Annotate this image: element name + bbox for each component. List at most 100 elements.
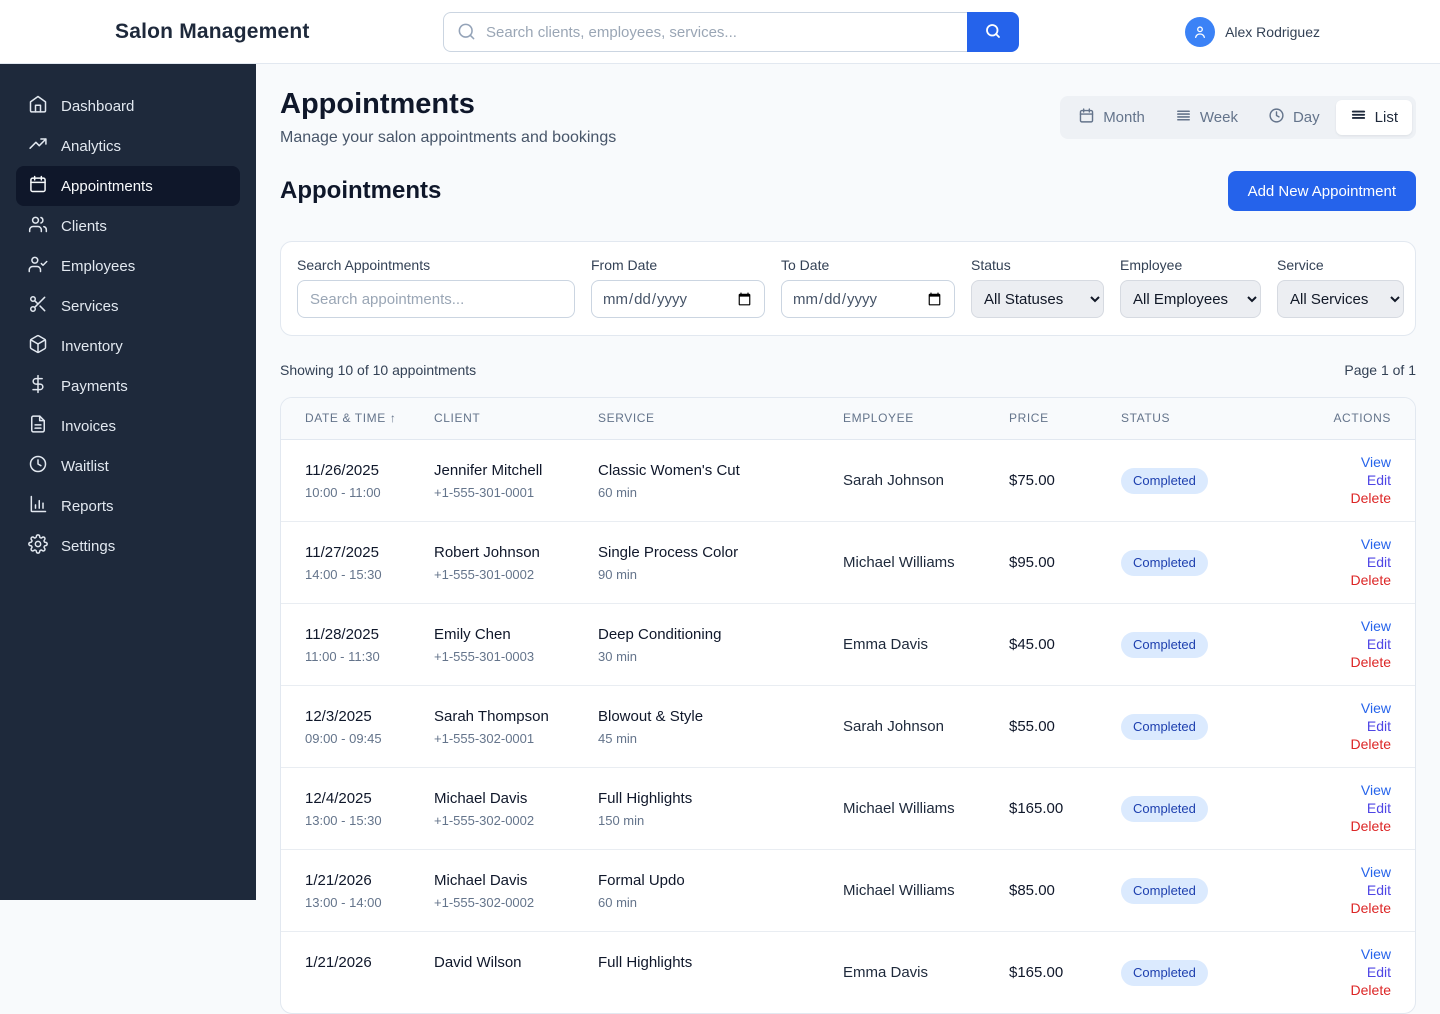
avatar xyxy=(1185,17,1216,47)
delete-link[interactable]: Delete xyxy=(1351,900,1391,916)
section-title: Appointments xyxy=(280,177,442,204)
view-day-button[interactable]: Day xyxy=(1254,100,1334,135)
client-phone: +1-555-301-0003 xyxy=(434,648,535,664)
user-menu[interactable]: Alex Rodriguez xyxy=(1185,0,1320,64)
view-list-button[interactable]: List xyxy=(1335,100,1412,135)
search-submit-button[interactable] xyxy=(967,12,1019,52)
service-duration xyxy=(598,976,835,994)
edit-link[interactable]: Edit xyxy=(1367,554,1391,570)
sidebar-item-waitlist[interactable]: Waitlist xyxy=(16,446,240,486)
sidebar-item-dashboard[interactable]: Dashboard xyxy=(16,86,240,126)
edit-link[interactable]: Edit xyxy=(1367,718,1391,734)
view-link[interactable]: View xyxy=(1361,536,1391,552)
column-header-client: CLIENT xyxy=(434,398,598,440)
filters-panel: Search Appointments From Date To Date St… xyxy=(280,241,1416,336)
service-filter-label: Service xyxy=(1277,257,1324,273)
view-link[interactable]: View xyxy=(1361,946,1391,962)
price: $165.00 xyxy=(1009,799,1064,817)
edit-link[interactable]: Edit xyxy=(1367,472,1391,488)
service-name: Formal Updo xyxy=(598,871,685,889)
main-content: Appointments Manage your salon appointme… xyxy=(256,64,1440,1014)
sidebar-item-label: Waitlist xyxy=(61,457,109,475)
to-date-input[interactable] xyxy=(781,280,955,318)
from-date-label: From Date xyxy=(591,257,658,273)
sidebar-item-employees[interactable]: Employees xyxy=(16,246,240,286)
edit-link[interactable]: Edit xyxy=(1367,800,1391,816)
appointment-date: 1/21/2026 xyxy=(305,871,372,889)
status-badge: Completed xyxy=(1121,549,1208,576)
sidebar-item-label: Clients xyxy=(61,217,107,235)
to-date-label: To Date xyxy=(781,257,830,273)
table-row: 1/21/2026 13:00 - 14:00 Michael Davis +1… xyxy=(281,848,1415,931)
appointment-date: 11/28/2025 xyxy=(305,625,379,643)
view-link[interactable]: View xyxy=(1361,864,1391,880)
bar-chart-icon xyxy=(28,494,48,518)
service-filter-select[interactable]: All Services xyxy=(1277,280,1404,318)
file-text-icon xyxy=(28,414,48,438)
global-search-input[interactable] xyxy=(443,12,967,52)
view-month-button[interactable]: Month xyxy=(1064,100,1159,135)
delete-link[interactable]: Delete xyxy=(1351,982,1391,998)
appointment-date: 12/3/2025 xyxy=(305,707,372,725)
edit-link[interactable]: Edit xyxy=(1367,964,1391,980)
column-header-date[interactable]: DATE & TIME ↑ xyxy=(281,398,434,440)
service-name: Blowout & Style xyxy=(598,707,704,725)
client-name: Robert Johnson xyxy=(434,543,540,561)
price: $75.00 xyxy=(1009,471,1055,489)
sidebar-item-reports[interactable]: Reports xyxy=(16,486,240,526)
delete-link[interactable]: Delete xyxy=(1351,736,1391,752)
view-link[interactable]: View xyxy=(1361,782,1391,798)
appointment-date: 11/26/2025 xyxy=(305,461,379,479)
delete-link[interactable]: Delete xyxy=(1351,654,1391,670)
status-badge: Completed xyxy=(1121,795,1208,822)
edit-link[interactable]: Edit xyxy=(1367,882,1391,898)
sidebar-item-label: Services xyxy=(61,297,119,315)
appointment-time xyxy=(305,976,426,994)
status-filter-select[interactable]: All Statuses xyxy=(971,280,1104,318)
service-duration: 150 min xyxy=(598,812,645,828)
sidebar-item-label: Employees xyxy=(61,257,136,275)
clock-icon xyxy=(28,454,48,478)
employee-name: Emma Davis xyxy=(843,963,929,981)
sidebar-item-clients[interactable]: Clients xyxy=(16,206,240,246)
employee-filter-select[interactable]: All Employees xyxy=(1120,280,1261,318)
page-subtitle: Manage your salon appointments and booki… xyxy=(280,129,617,146)
align-justify-icon xyxy=(1175,107,1192,128)
sidebar-item-label: Reports xyxy=(61,497,114,515)
dollar-icon xyxy=(28,374,48,398)
view-list-label: List xyxy=(1374,109,1398,126)
delete-link[interactable]: Delete xyxy=(1351,818,1391,834)
table-row: 11/26/2025 10:00 - 11:00 Jennifer Mitche… xyxy=(281,439,1415,521)
sidebar-item-appointments[interactable]: Appointments xyxy=(16,166,240,206)
sidebar-item-settings[interactable]: Settings xyxy=(16,526,240,566)
employee-name: Michael Williams xyxy=(843,881,955,899)
search-appointments-input[interactable] xyxy=(297,280,575,318)
from-date-input[interactable] xyxy=(591,280,765,318)
sidebar-item-payments[interactable]: Payments xyxy=(16,366,240,406)
column-header-price: PRICE xyxy=(1009,398,1121,440)
package-icon xyxy=(28,334,48,358)
employee-name: Emma Davis xyxy=(843,635,929,653)
client-name: Michael Davis xyxy=(434,871,528,889)
sidebar-item-inventory[interactable]: Inventory xyxy=(16,326,240,366)
sidebar-item-label: Dashboard xyxy=(61,97,135,115)
view-link[interactable]: View xyxy=(1361,618,1391,634)
appointment-time: 09:00 - 09:45 xyxy=(305,730,382,746)
sidebar-item-services[interactable]: Services xyxy=(16,286,240,326)
sidebar-item-label: Analytics xyxy=(61,137,122,155)
edit-link[interactable]: Edit xyxy=(1367,636,1391,652)
delete-link[interactable]: Delete xyxy=(1351,572,1391,588)
view-link[interactable]: View xyxy=(1361,700,1391,716)
view-week-label: Week xyxy=(1199,109,1238,126)
add-appointment-button[interactable]: Add New Appointment xyxy=(1227,171,1416,211)
delete-link[interactable]: Delete xyxy=(1351,490,1391,506)
view-link[interactable]: View xyxy=(1361,454,1391,470)
view-week-button[interactable]: Week xyxy=(1161,100,1252,135)
gear-icon xyxy=(28,534,48,558)
sidebar-item-invoices[interactable]: Invoices xyxy=(16,406,240,446)
employee-name: Michael Williams xyxy=(843,553,955,571)
table-row: 11/27/2025 14:00 - 15:30 Robert Johnson … xyxy=(281,520,1415,603)
table-row: 1/21/2026 David Wilson Full Highlights E… xyxy=(281,930,1415,1013)
sidebar-item-analytics[interactable]: Analytics xyxy=(16,126,240,166)
table-row: 12/3/2025 09:00 - 09:45 Sarah Thompson +… xyxy=(281,684,1415,767)
